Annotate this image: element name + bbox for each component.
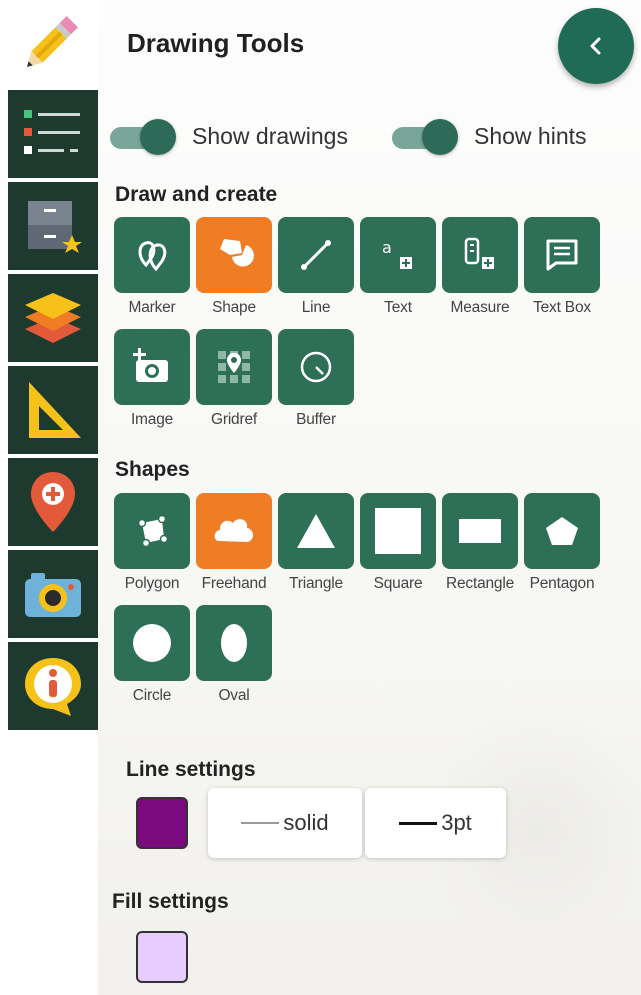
location-tab[interactable] bbox=[8, 458, 98, 548]
line-color-swatch[interactable] bbox=[136, 797, 188, 849]
buffer-tool-button[interactable]: Buffer bbox=[278, 329, 354, 429]
freehand-label: Freehand bbox=[201, 575, 267, 592]
square-label: Square bbox=[373, 575, 423, 592]
polygon-tool-button[interactable]: Polygon bbox=[114, 493, 190, 593]
line-style-button[interactable]: solid bbox=[208, 788, 362, 858]
camera-tab[interactable] bbox=[8, 550, 98, 640]
chevron-left-icon bbox=[590, 37, 601, 55]
show-drawings-row: Show drawings bbox=[110, 116, 348, 156]
measure-icon bbox=[464, 237, 494, 269]
layers-tab[interactable] bbox=[8, 274, 98, 364]
marker-icon bbox=[138, 241, 167, 272]
marker-label: Marker bbox=[128, 299, 176, 316]
shape-tool-button[interactable]: Shape bbox=[196, 217, 272, 317]
buffer-label: Buffer bbox=[296, 411, 336, 428]
left-toolbar bbox=[0, 0, 98, 735]
draw-section-heading: Draw and create bbox=[115, 183, 278, 206]
add-photo-icon bbox=[133, 348, 168, 382]
square-tool-button[interactable]: Square bbox=[360, 493, 436, 593]
layers-icon bbox=[25, 293, 81, 343]
fill-settings-heading: Fill settings bbox=[112, 890, 229, 913]
drawing-tools-panel: Drawing Tools Show drawings Show hints D… bbox=[98, 0, 641, 995]
freehand-tool-button[interactable]: Freehand bbox=[196, 493, 272, 593]
show-drawings-toggle[interactable] bbox=[110, 118, 178, 155]
info-icon bbox=[25, 658, 81, 716]
buffer-icon bbox=[300, 351, 332, 383]
polygon-label: Polygon bbox=[124, 575, 180, 592]
layer-list-icon bbox=[24, 110, 80, 154]
layer-list-tab[interactable] bbox=[8, 90, 98, 180]
gridref-tool-button[interactable]: Gridref bbox=[196, 329, 272, 429]
drawing-tools-tab[interactable] bbox=[0, 0, 98, 90]
circle-label: Circle bbox=[132, 687, 172, 704]
svg-text:a: a bbox=[382, 238, 392, 257]
text-box-icon bbox=[546, 239, 578, 271]
text-icon: a bbox=[382, 238, 412, 269]
square-icon bbox=[375, 508, 421, 554]
rectangle-icon bbox=[459, 519, 501, 543]
show-drawings-label: Show drawings bbox=[192, 122, 348, 149]
collapse-panel-button[interactable] bbox=[558, 8, 634, 84]
circle-icon bbox=[133, 624, 171, 662]
triangle-icon bbox=[297, 514, 335, 548]
line-tool-button[interactable]: Line bbox=[278, 217, 354, 317]
pencil-icon bbox=[27, 16, 78, 67]
oval-label: Oval bbox=[218, 687, 250, 704]
measure-ruler-icon bbox=[29, 382, 81, 438]
text-box-tool-button[interactable]: Text Box bbox=[524, 217, 600, 317]
saved-items-icon bbox=[28, 201, 82, 253]
marker-tool-button[interactable]: Marker bbox=[114, 217, 190, 317]
info-tab[interactable] bbox=[8, 642, 98, 732]
freehand-icon bbox=[214, 519, 253, 542]
image-tool-button[interactable]: Image bbox=[114, 329, 190, 429]
panel-title: Drawing Tools bbox=[127, 28, 305, 58]
pentagon-tool-button[interactable]: Pentagon bbox=[524, 493, 600, 593]
line-width-button[interactable]: 3pt bbox=[365, 788, 506, 858]
triangle-label: Triangle bbox=[289, 575, 343, 592]
show-hints-toggle[interactable] bbox=[392, 118, 460, 155]
measure-tab[interactable] bbox=[8, 366, 98, 456]
shapes-section-heading: Shapes bbox=[115, 458, 190, 481]
text-label: Text bbox=[384, 299, 412, 316]
gridref-label: Gridref bbox=[211, 411, 257, 428]
line-settings-heading: Line settings bbox=[126, 758, 256, 781]
shape-icon bbox=[220, 239, 254, 267]
image-label: Image bbox=[130, 411, 174, 428]
rectangle-tool-button[interactable]: Rectangle bbox=[442, 493, 518, 593]
line-style-value: solid bbox=[283, 810, 329, 835]
measure-tool-button[interactable]: Measure bbox=[442, 217, 518, 317]
line-label: Line bbox=[301, 299, 331, 316]
oval-tool-button[interactable]: Oval bbox=[196, 605, 272, 705]
pentagon-icon bbox=[546, 517, 578, 545]
line-icon bbox=[301, 240, 331, 270]
measure-label: Measure bbox=[450, 299, 510, 316]
rectangle-label: Rectangle bbox=[446, 575, 514, 592]
text-tool-button[interactable]: a Text bbox=[360, 217, 436, 317]
show-hints-row: Show hints bbox=[392, 116, 587, 156]
polygon-icon bbox=[137, 514, 169, 548]
saved-items-tab[interactable] bbox=[8, 182, 98, 272]
line-width-value: 3pt bbox=[441, 810, 472, 835]
line-style-preview bbox=[241, 822, 280, 824]
location-pin-icon bbox=[31, 472, 75, 532]
circle-tool-button[interactable]: Circle bbox=[114, 605, 190, 705]
gridref-icon bbox=[218, 351, 250, 383]
pentagon-label: Pentagon bbox=[529, 575, 595, 592]
camera-icon bbox=[25, 573, 81, 617]
shape-label: Shape bbox=[212, 299, 256, 316]
oval-icon bbox=[221, 624, 247, 662]
fill-color-swatch[interactable] bbox=[136, 931, 188, 983]
triangle-tool-button[interactable]: Triangle bbox=[278, 493, 354, 593]
text-box-label: Text Box bbox=[533, 299, 591, 316]
show-hints-label: Show hints bbox=[474, 122, 587, 149]
line-width-preview bbox=[399, 821, 438, 825]
